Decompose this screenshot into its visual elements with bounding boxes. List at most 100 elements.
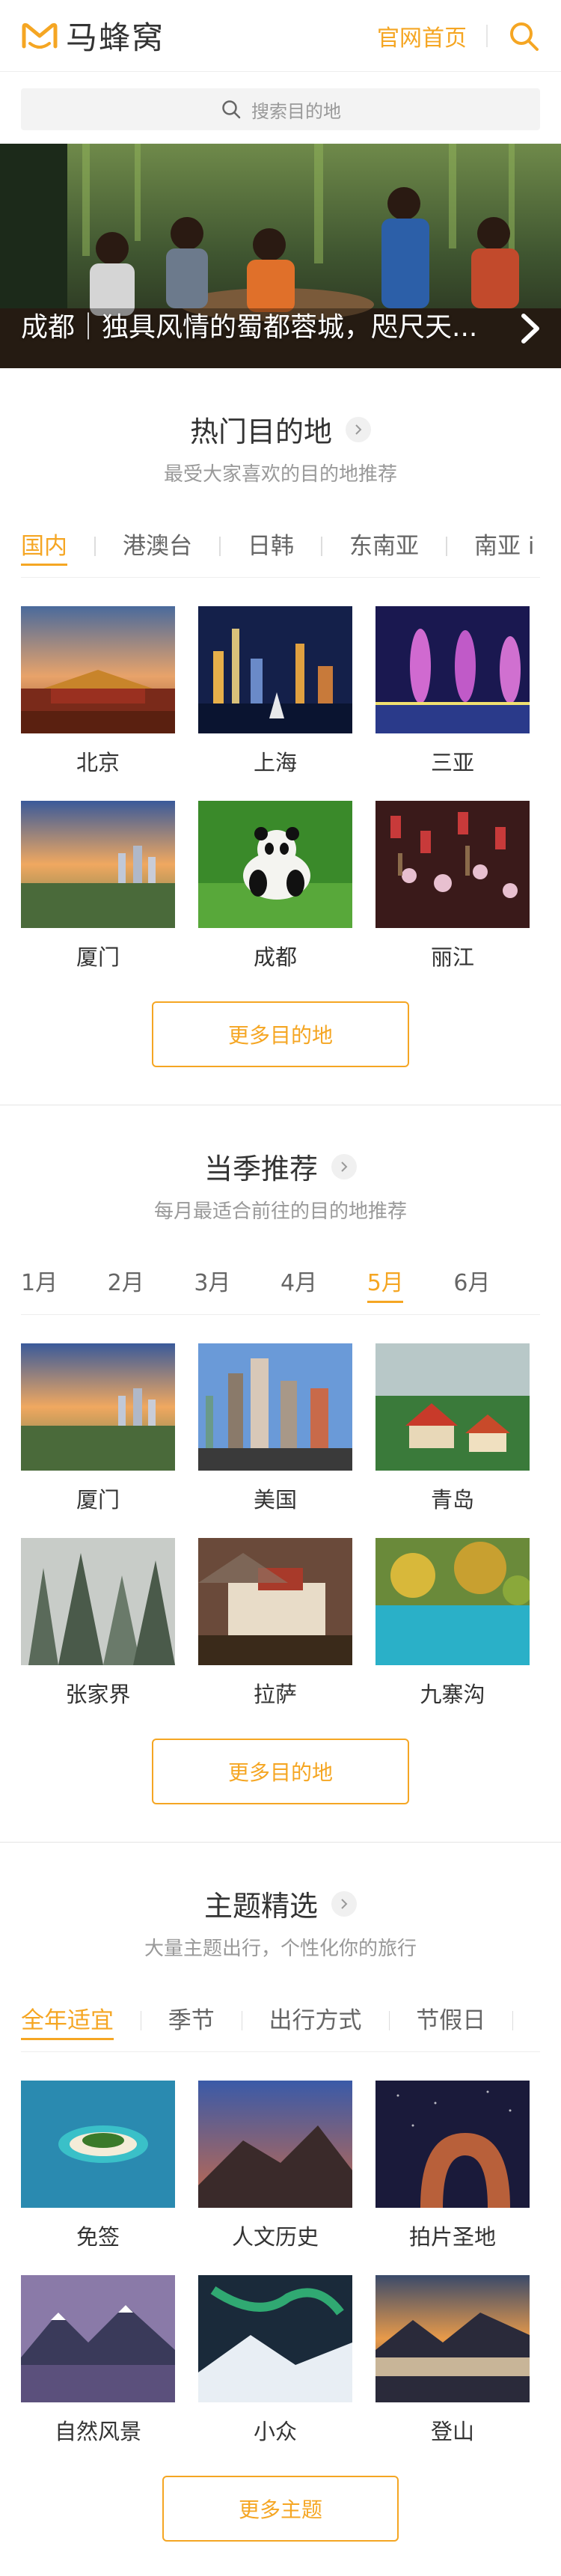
theme-card[interactable]: 自然风景 [21, 2275, 175, 2446]
chevron-right-icon [346, 416, 371, 442]
chevron-right-icon[interactable] [516, 311, 543, 346]
card-label: 登山 [430, 2419, 474, 2444]
zhangjiajie-photo [21, 1538, 175, 1665]
theme-card[interactable]: 小众 [198, 2275, 352, 2446]
search-icon[interactable] [507, 19, 540, 52]
destination-card[interactable]: 上海 [198, 606, 352, 777]
tab-month-2[interactable]: 2月 [108, 1252, 194, 1315]
card-label: 三亚 [430, 750, 474, 775]
logo-text: 马蜂窝 [66, 19, 165, 56]
card-label: 拉萨 [253, 1682, 297, 1707]
destination-card[interactable]: 九寨沟 [375, 1538, 530, 1709]
tab-domestic[interactable]: 国内 [21, 515, 67, 577]
search-placeholder: 搜索目的地 [251, 100, 341, 122]
destination-card[interactable]: 拉萨 [198, 1538, 352, 1709]
mafengwo-logo-icon [22, 22, 58, 49]
more-destinations-button[interactable]: 更多目的地 [152, 1739, 409, 1804]
seasonal-section: 当季推荐 每月最适合前往的目的地推荐 1月 2月 3月 4月 5月 6月 厦门 … [0, 1105, 561, 1843]
tab-separator [219, 536, 221, 556]
more-themes-button[interactable]: 更多主题 [162, 2476, 399, 2542]
card-label: 厦门 [76, 1487, 120, 1513]
card-label: 上海 [253, 750, 297, 775]
tab-separator [512, 2010, 513, 2030]
destination-card[interactable]: 青岛 [375, 1343, 530, 1514]
destination-card[interactable]: 张家界 [21, 1538, 175, 1709]
tab-season[interactable]: 季节 [168, 1989, 215, 2051]
destination-card[interactable]: 厦门 [21, 801, 175, 971]
tab-month-5[interactable]: 5月 [367, 1252, 454, 1315]
theme-card[interactable]: 拍片圣地 [375, 2081, 530, 2251]
tab-travel-mode[interactable]: 出行方式 [269, 1989, 362, 2051]
shanghai-photo [198, 606, 352, 733]
culture-history-photo [198, 2081, 352, 2208]
theme-tabs: 全年适宜 季节 出行方式 节假日 [21, 1989, 540, 2052]
tab-south-asia[interactable]: 南亚 i [474, 515, 534, 577]
tab-separator [94, 536, 96, 556]
jiuzhaigou-photo [375, 1538, 530, 1665]
theme-card[interactable]: 人文历史 [198, 2081, 352, 2251]
logo[interactable]: 马蜂窝 [21, 13, 165, 58]
card-label: 青岛 [430, 1487, 474, 1513]
theme-grid: 免签 人文历史 拍片圣地 自然风景 小众 登山 [0, 2052, 561, 2446]
theme-card[interactable]: 登山 [375, 2275, 530, 2446]
section-title[interactable]: 主题精选 [204, 1883, 357, 1924]
sanya-photo [375, 606, 530, 733]
season-title: 当季推荐 [203, 1153, 318, 1185]
destination-card[interactable]: 成都 [198, 801, 352, 971]
month-tabs: 1月 2月 3月 4月 5月 6月 [21, 1252, 540, 1315]
card-label: 美国 [253, 1487, 297, 1513]
section-title[interactable]: 当季推荐 [204, 1146, 357, 1187]
more-destinations-button[interactable]: 更多目的地 [152, 1001, 409, 1067]
card-label: 丽江 [430, 944, 474, 970]
tab-month-1[interactable]: 1月 [21, 1252, 108, 1315]
card-label: 北京 [76, 750, 120, 775]
tab-separator [388, 2010, 390, 2030]
tab-holidays[interactable]: 节假日 [416, 1989, 485, 2051]
card-label: 成都 [253, 944, 297, 970]
card-label: 免签 [76, 2224, 120, 2250]
tab-japan-korea[interactable]: 日韩 [248, 515, 294, 577]
visa-free-photo [21, 2081, 175, 2208]
lijiang-photo [375, 801, 530, 928]
banner-caption: 成都｜独具风情的蜀都蓉城，咫尺天... [21, 312, 478, 343]
beijing-photo [21, 606, 175, 733]
tab-separator [321, 536, 322, 556]
hot-grid: 北京 上海 三亚 厦门 成都 丽江 [0, 578, 561, 971]
tab-all-year[interactable]: 全年适宜 [21, 1989, 114, 2051]
header-divider [486, 24, 488, 47]
mountaineering-photo [375, 2275, 530, 2402]
season-subtitle: 每月最适合前往的目的地推荐 [153, 1200, 407, 1223]
tab-month-6[interactable]: 6月 [453, 1252, 540, 1315]
destination-card[interactable]: 三亚 [375, 606, 530, 777]
xiamen-photo [21, 801, 175, 928]
chevron-right-icon [331, 1153, 357, 1179]
search-input[interactable]: 搜索目的地 [21, 88, 540, 130]
card-label: 张家界 [65, 1682, 131, 1707]
destination-card[interactable]: 北京 [21, 606, 175, 777]
xiamen-photo [21, 1343, 175, 1471]
destination-card[interactable]: 丽江 [375, 801, 530, 971]
card-label: 小众 [253, 2419, 297, 2444]
card-label: 拍片圣地 [408, 2224, 496, 2250]
theme-title: 主题精选 [203, 1890, 318, 1923]
destination-card[interactable]: 美国 [198, 1343, 352, 1514]
theme-section: 主题精选 大量主题出行，个性化你的旅行 全年适宜 季节 出行方式 节假日 免签 … [0, 1843, 561, 2572]
hot-tabs: 国内 港澳台 日韩 东南亚 南亚 i [21, 515, 540, 578]
card-label: 厦门 [76, 944, 120, 970]
search-icon [222, 100, 241, 119]
destination-card[interactable]: 厦门 [21, 1343, 175, 1514]
tab-month-4[interactable]: 4月 [280, 1252, 367, 1315]
theme-card[interactable]: 免签 [21, 2081, 175, 2251]
tab-hk-macau-tw[interactable]: 港澳台 [123, 515, 192, 577]
top-header: 马蜂窝 官网首页 [0, 0, 561, 72]
tab-separator [446, 536, 447, 556]
chevron-right-icon [331, 1890, 357, 1917]
banner[interactable]: 成都｜独具风情的蜀都蓉城，咫尺天... [0, 144, 561, 368]
tab-month-3[interactable]: 3月 [194, 1252, 280, 1315]
photography-spot-photo [375, 2081, 530, 2208]
section-title[interactable]: 热门目的地 [190, 409, 371, 450]
qingdao-photo [375, 1343, 530, 1471]
home-link[interactable]: 官网首页 [377, 19, 467, 52]
tab-southeast-asia[interactable]: 东南亚 [349, 515, 419, 577]
hot-destinations-section: 热门目的地 最受大家喜欢的目的地推荐 国内 港澳台 日韩 东南亚 南亚 i 北京… [0, 368, 561, 1105]
